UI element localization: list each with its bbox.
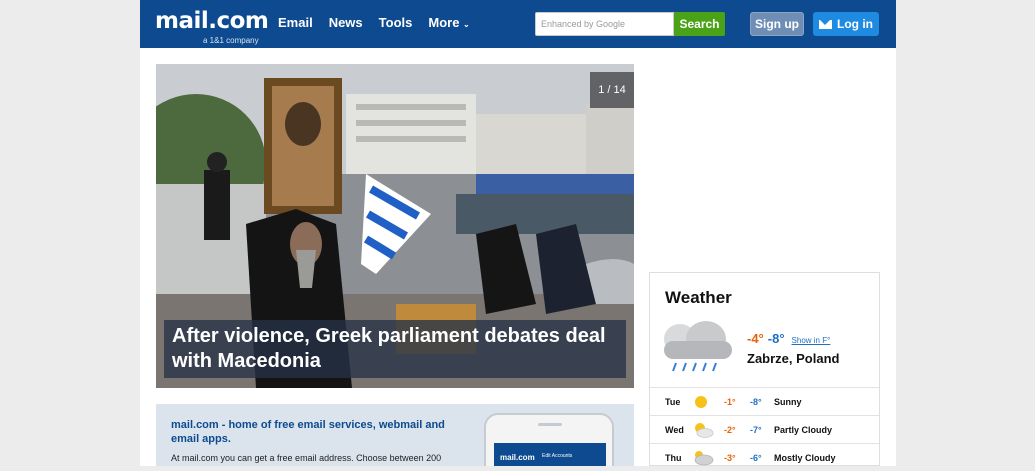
forecast-desc: Mostly Cloudy [774, 453, 836, 463]
forecast-desc: Sunny [774, 397, 802, 407]
nav-news[interactable]: News [329, 15, 363, 30]
forecast-day: Wed [665, 425, 684, 435]
phone-speaker [538, 423, 562, 426]
main-nav: Email News Tools More ⌄ [278, 15, 470, 30]
weather-title: Weather [665, 288, 732, 307]
promo-title[interactable]: mail.com - home of free email services, … [171, 418, 471, 446]
forecast-high: -2° [724, 425, 736, 435]
forecast-low: -6° [750, 453, 762, 463]
forecast-high: -1° [724, 397, 736, 407]
nav-more-label: More [428, 15, 460, 30]
phone-illustration: mail.com Edit Accounts [484, 413, 614, 466]
forecast-row: Tue -1° -8° Sunny [650, 387, 879, 415]
nav-more[interactable]: More ⌄ [428, 15, 469, 30]
hero-headline[interactable]: After violence, Greek parliament debates… [164, 320, 626, 378]
mailcom-logo[interactable]: mail.com a 1&1 company [155, 8, 269, 45]
phone-tab-label: Edit Accounts [542, 453, 573, 459]
search-input[interactable] [535, 12, 674, 36]
current-high: -4° [747, 331, 764, 346]
chevron-down-icon: ⌄ [463, 20, 470, 29]
forecast-row: Thu -3° -6° Mostly Cloudy [650, 443, 879, 471]
mailcom-promo: mail.com - home of free email services, … [156, 404, 634, 466]
envelope-icon [819, 19, 832, 29]
forecast-day: Thu [665, 453, 682, 463]
rain-cloud-icon [658, 317, 738, 384]
forecast-low: -7° [750, 425, 762, 435]
logo-tagline: a 1&1 company [203, 36, 259, 45]
sun-icon [692, 393, 710, 413]
top-navigation-bar: mail.com a 1&1 company Email News Tools … [140, 0, 896, 48]
current-low: -8° [767, 331, 785, 346]
login-button[interactable]: Log in [813, 12, 879, 36]
weather-location: Zabrze, Poland [747, 351, 840, 366]
promo-text: At mail.com you can get a free email add… [171, 453, 442, 463]
phone-screen: mail.com Edit Accounts [494, 443, 606, 466]
phone-logo: mail.com [500, 453, 535, 462]
nav-email[interactable]: Email [278, 15, 313, 30]
nav-tools[interactable]: Tools [379, 15, 413, 30]
logo-wordmark: mail.com [155, 8, 269, 34]
weather-widget: Weather -4° -8° Show in F° Zabrze, Polan… [649, 272, 880, 466]
search-button[interactable]: Search [674, 12, 725, 36]
partly-cloudy-icon [692, 421, 714, 441]
forecast-low: -8° [750, 397, 762, 407]
signup-button[interactable]: Sign up [750, 12, 804, 36]
hero-slideshow[interactable]: 1 / 14 After violence, Greek parliament … [156, 64, 634, 388]
search-form: Search [535, 12, 725, 36]
slide-counter: 1 / 14 [590, 72, 634, 108]
forecast-day: Tue [665, 397, 681, 407]
login-label: Log in [837, 17, 873, 31]
forecast-desc: Partly Cloudy [774, 425, 833, 435]
fahrenheit-toggle[interactable]: Show in F° [792, 336, 831, 345]
forecast-high: -3° [724, 453, 736, 463]
forecast-row: Wed -2° -7° Partly Cloudy [650, 415, 879, 443]
current-temperature: -4° -8° Show in F° [747, 331, 830, 346]
mostly-cloudy-icon [692, 449, 714, 469]
